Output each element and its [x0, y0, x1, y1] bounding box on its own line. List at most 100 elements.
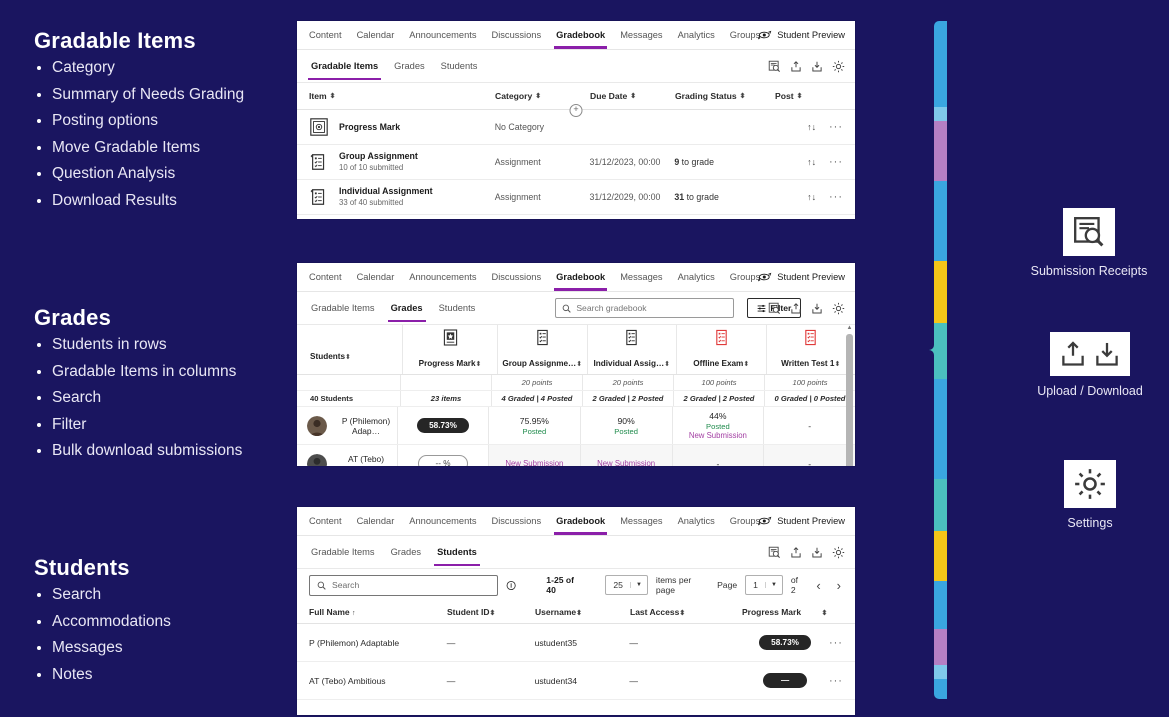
scrollbar-thumb[interactable]: [846, 334, 853, 466]
grade-cell[interactable]: 75.95% Posted: [488, 407, 580, 444]
nav-calendar[interactable]: Calendar: [357, 272, 395, 283]
next-page-button[interactable]: ›: [833, 578, 845, 593]
icon-box[interactable]: [1063, 208, 1115, 256]
grade-cell[interactable]: New Submission: [488, 445, 580, 466]
table-row[interactable]: AT (Tebo) Ambitious -- % New Submission …: [297, 445, 855, 466]
tab-grades[interactable]: Grades: [394, 61, 425, 71]
download-icon[interactable]: [811, 546, 823, 559]
row-menu-button[interactable]: ···: [829, 157, 843, 168]
nav-messages[interactable]: Messages: [620, 30, 662, 41]
vertical-scrollbar[interactable]: ▲: [846, 325, 853, 466]
col-category[interactable]: Category ⬍: [495, 91, 590, 101]
nav-discussions[interactable]: Discussions: [492, 272, 542, 283]
nav-groups[interactable]: Groups: [730, 272, 761, 283]
settings-gear-icon[interactable]: [832, 60, 845, 73]
submission-receipts-icon[interactable]: [768, 546, 781, 559]
upload-icon[interactable]: [790, 302, 802, 315]
table-row[interactable]: AT (Tebo) Ambitious — ustudent34 — — ···: [297, 662, 855, 701]
row-menu-button[interactable]: ···: [829, 675, 843, 686]
tab-students[interactable]: Students: [434, 547, 480, 566]
upload-icon[interactable]: [790, 60, 802, 73]
tab-students[interactable]: Students: [441, 61, 478, 71]
col-progress-mark[interactable]: Progress Mark⬍: [402, 325, 497, 374]
col-username[interactable]: Username⬍: [535, 607, 630, 617]
icon-box[interactable]: [1050, 332, 1130, 376]
submission-receipts-icon[interactable]: [768, 60, 781, 73]
nav-gradebook[interactable]: Gradebook: [554, 30, 608, 49]
col-item[interactable]: Item ⬍: [309, 91, 495, 101]
settings-gear-icon[interactable]: [832, 302, 845, 315]
nav-calendar[interactable]: Calendar: [357, 516, 395, 527]
search-gradebook-input[interactable]: Search gradebook: [555, 298, 735, 318]
nav-discussions[interactable]: Discussions: [492, 516, 542, 527]
tab-grades[interactable]: Grades: [391, 547, 422, 557]
sort-arrows-icon[interactable]: ↑↓: [807, 157, 829, 167]
nav-groups[interactable]: Groups: [730, 30, 761, 41]
upload-icon[interactable]: [790, 546, 802, 559]
table-row[interactable]: Individual Assignment 33 of 40 submitted…: [297, 180, 855, 215]
settings-gear-icon[interactable]: [832, 546, 845, 559]
student-progress-mark[interactable]: 58.73%: [741, 635, 829, 651]
previous-page-button[interactable]: ‹: [812, 578, 824, 593]
col-full-name[interactable]: Full Name ↑: [309, 607, 447, 617]
col-post[interactable]: Post ⬍: [775, 91, 835, 101]
nav-announcements[interactable]: Announcements: [409, 272, 476, 283]
nav-announcements[interactable]: Announcements: [409, 30, 476, 41]
student-preview-button[interactable]: Student Preview: [758, 271, 845, 283]
col-offline-exam[interactable]: Offline Exam⬍: [676, 325, 766, 374]
col-individual-assignment[interactable]: Individual Assig…⬍: [586, 325, 677, 374]
col-last-access[interactable]: Last Access⬍: [630, 607, 742, 617]
nav-announcements[interactable]: Announcements: [409, 516, 476, 527]
col-students[interactable]: Students⬍: [297, 325, 402, 374]
table-row[interactable]: P (Philemon) Adap… 58.73% 75.95% Posted …: [297, 407, 855, 445]
tab-grades[interactable]: Grades: [387, 303, 426, 322]
student-progress-mark[interactable]: —: [741, 673, 829, 689]
grade-cell[interactable]: -: [763, 407, 855, 444]
icon-box[interactable]: [1064, 460, 1116, 508]
page-select[interactable]: 1 ▼: [745, 575, 783, 595]
nav-gradebook[interactable]: Gradebook: [554, 272, 608, 291]
grade-cell[interactable]: -: [763, 445, 855, 466]
nav-analytics[interactable]: Analytics: [678, 516, 715, 527]
table-row[interactable]: Group Assignment 10 of 10 submitted Assi…: [297, 145, 855, 180]
nav-discussions[interactable]: Discussions: [492, 30, 542, 41]
scroll-up-icon[interactable]: ▲: [846, 325, 853, 331]
nav-analytics[interactable]: Analytics: [678, 30, 715, 41]
grade-cell[interactable]: New Submission: [579, 445, 672, 466]
sort-arrows-icon[interactable]: ↑↓: [807, 122, 829, 132]
nav-messages[interactable]: Messages: [620, 272, 662, 283]
col-progress-mark[interactable]: Progress Mark ⬍: [742, 607, 830, 618]
nav-analytics[interactable]: Analytics: [678, 272, 715, 283]
row-menu-button[interactable]: ···: [829, 122, 843, 133]
student-cell[interactable]: P (Philemon) Adap…: [297, 407, 397, 444]
items-per-page-select[interactable]: 25 ▼: [605, 575, 648, 595]
tab-gradable-items[interactable]: Gradable Items: [311, 547, 375, 557]
tab-students[interactable]: Students: [439, 303, 476, 313]
tab-gradable-items[interactable]: Gradable Items: [311, 303, 375, 313]
nav-messages[interactable]: Messages: [620, 516, 662, 527]
row-menu-button[interactable]: ···: [829, 637, 843, 648]
nav-content[interactable]: Content: [309, 30, 342, 41]
col-written-test-1[interactable]: Written Test 1⬍: [765, 325, 856, 374]
nav-calendar[interactable]: Calendar: [357, 30, 395, 41]
download-icon[interactable]: [811, 302, 823, 315]
nav-gradebook[interactable]: Gradebook: [554, 516, 608, 535]
student-cell[interactable]: AT (Tebo) Ambitious: [297, 445, 397, 466]
col-grading-status[interactable]: Grading Status ⬍: [675, 91, 775, 101]
info-icon[interactable]: [506, 580, 516, 591]
nav-groups[interactable]: Groups: [730, 516, 761, 527]
search-input[interactable]: Search: [309, 574, 499, 596]
sort-arrows-icon[interactable]: ↑↓: [807, 192, 829, 202]
col-group-assignment[interactable]: Group Assignme…⬍: [497, 325, 587, 374]
download-icon[interactable]: [811, 60, 823, 73]
tab-gradable-items[interactable]: Gradable Items: [307, 61, 382, 80]
grade-cell[interactable]: 90% Posted: [579, 407, 672, 444]
row-menu-button[interactable]: ···: [829, 192, 843, 203]
nav-content[interactable]: Content: [309, 272, 342, 283]
nav-content[interactable]: Content: [309, 516, 342, 527]
student-preview-button[interactable]: Student Preview: [758, 515, 845, 527]
submission-receipts-icon[interactable]: [768, 302, 781, 315]
overall-grade-cell[interactable]: -- %: [397, 445, 488, 466]
grade-cell[interactable]: -: [671, 445, 764, 466]
col-student-id[interactable]: Student ID⬍: [447, 607, 535, 617]
